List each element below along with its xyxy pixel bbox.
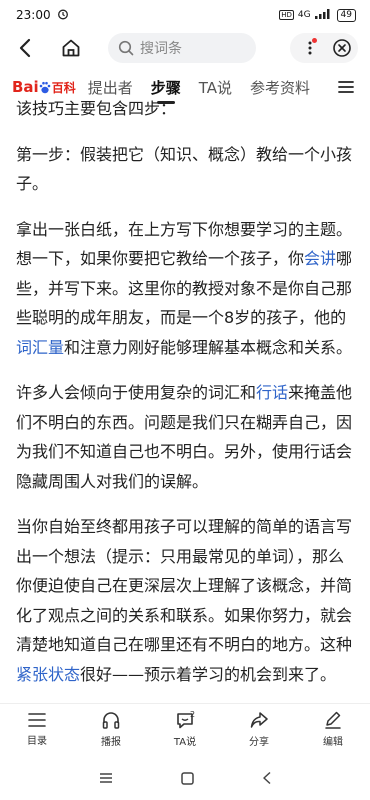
notification-dot (312, 38, 317, 43)
list-icon (28, 712, 46, 727)
tab-ta-say[interactable]: TA说 (199, 77, 232, 98)
paragraph-intro: 该技巧主要包含四步： (16, 99, 177, 118)
more-options-button[interactable] (308, 41, 312, 55)
article-content: 该技巧主要包含四步： 第一步：假装把它（知识、概念）教给一个小孩子。 拿出一张白… (16, 96, 356, 702)
edit-label: 编辑 (323, 736, 343, 748)
edit-button[interactable]: 编辑 (296, 704, 370, 753)
paragraph-step-one: 第一步：假装把它（知识、概念）教给一个小孩子。 (16, 144, 353, 194)
baidu-baike-logo[interactable]: Bai du 百科 (12, 78, 76, 96)
status-time: 23:00 (16, 8, 51, 22)
home-system-button[interactable] (180, 771, 194, 785)
hamburger-menu-icon (338, 81, 354, 93)
home-button[interactable] (56, 33, 86, 63)
link-hui-jiang[interactable]: 会讲 (304, 249, 336, 268)
chevron-left-icon (19, 38, 31, 58)
back-button[interactable] (10, 33, 40, 63)
square-icon (180, 771, 194, 785)
listen-button[interactable]: 播报 (74, 704, 148, 753)
close-button[interactable] (332, 38, 352, 58)
home-icon (62, 39, 80, 57)
link-jargon[interactable]: 行话 (256, 383, 288, 402)
top-nav-bar: 搜词条 (0, 30, 370, 66)
ta-say-button[interactable]: 2 TA说 (148, 704, 222, 753)
paragraph-jargon: 许多人会倾向于使用复杂的词汇和行话来掩盖他们不明白的东西。问题是我们只在糊弄自己… (16, 383, 353, 491)
tab-proposer[interactable]: 提出者 (88, 77, 133, 98)
share-icon (250, 711, 268, 728)
bottom-action-bar: 目录 播报 2 TA说 分享 编辑 (0, 703, 370, 753)
tab-references[interactable]: 参考资料 (250, 77, 310, 98)
listen-label: 播报 (101, 736, 121, 748)
paragraph-simple-language: 当你自始至终都用孩子可以理解的简单的语言写出一个想法（提示：只用最常见的单词），… (16, 517, 353, 684)
pencil-icon (325, 711, 341, 729)
menu-lines-icon (99, 773, 112, 783)
toc-label: 目录 (27, 735, 47, 747)
link-vocabulary[interactable]: 词汇量 (16, 338, 64, 357)
status-bar: 23:00 HD 4G 49 (0, 0, 370, 30)
share-button[interactable]: 分享 (222, 704, 296, 753)
network-label: 4G (297, 10, 311, 20)
share-label: 分享 (249, 736, 269, 748)
search-placeholder: 搜词条 (140, 41, 182, 57)
tab-steps[interactable]: 步骤 (151, 77, 181, 104)
paw-icon (39, 81, 51, 94)
search-input[interactable]: 搜词条 (108, 33, 256, 63)
back-system-button[interactable] (262, 771, 272, 785)
system-navigation-bar (0, 756, 370, 800)
toc-button[interactable]: 目录 (0, 704, 74, 753)
hd-icon: HD (279, 10, 294, 20)
triangle-back-icon (262, 771, 271, 785)
ta-say-count: 2 (190, 710, 196, 719)
headphones-icon (102, 711, 120, 729)
more-vertical-icon (308, 41, 312, 55)
search-icon (118, 40, 134, 56)
signal-icon (314, 8, 333, 22)
paragraph-blank-paper: 拿出一张白纸，在上方写下你想要学习的主题。想一下，如果你要把它教给一个孩子，你会… (16, 219, 353, 357)
battery-indicator: 49 (336, 8, 356, 22)
alarm-icon (57, 8, 69, 23)
capsule-menu (290, 33, 358, 63)
link-tension-state[interactable]: 紧张状态 (16, 665, 80, 684)
close-circle-icon (333, 39, 351, 57)
ta-say-label: TA说 (173, 736, 197, 748)
recent-apps-button[interactable] (99, 772, 113, 784)
